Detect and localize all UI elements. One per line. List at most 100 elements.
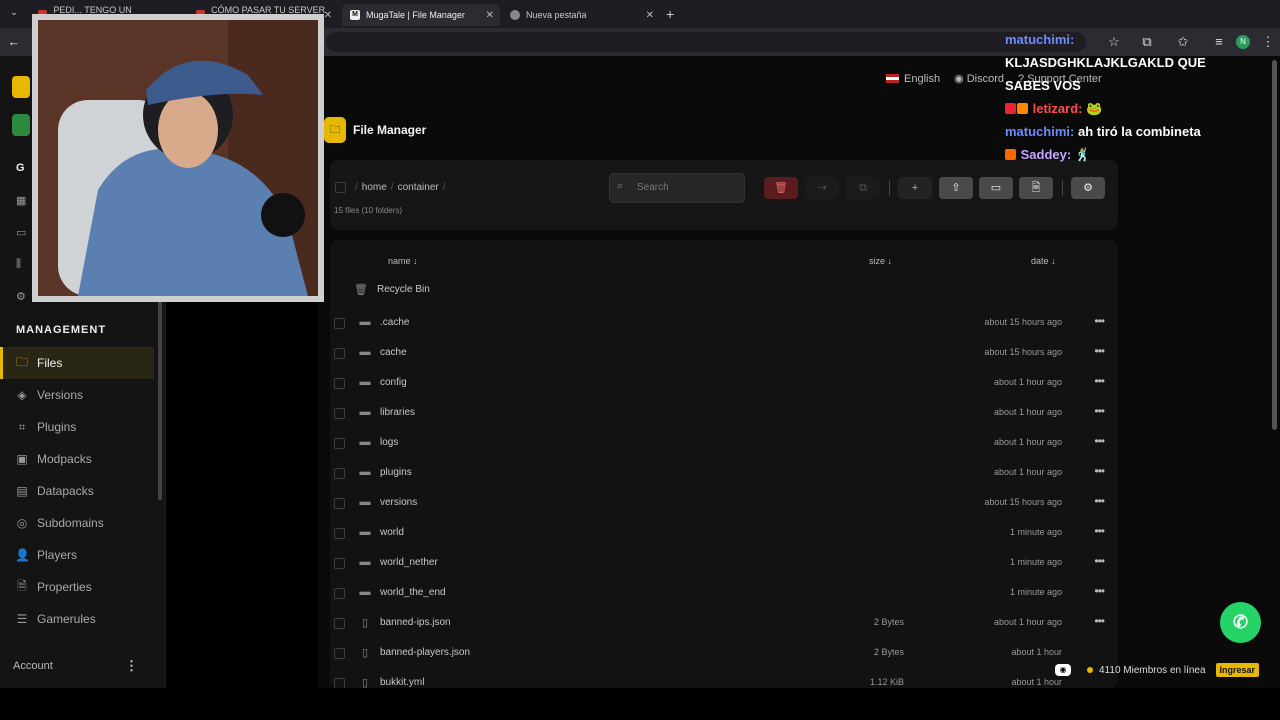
upload-folder-button[interactable]: ▭ xyxy=(979,177,1013,199)
row-menu-icon[interactable]: ••• xyxy=(1094,434,1105,448)
back-icon[interactable]: ← xyxy=(6,34,22,49)
media-icon[interactable]: ≡ xyxy=(1211,34,1227,49)
new-file-button[interactable]: 🗎 xyxy=(1019,177,1053,199)
star-icon[interactable]: ☆ xyxy=(1106,34,1122,50)
file-name[interactable]: world_nether xyxy=(380,557,438,568)
sidebar-item-properties[interactable]: 🗎 Properties xyxy=(0,571,154,603)
account-label[interactable]: Account xyxy=(13,660,53,672)
file-name[interactable]: logs xyxy=(380,437,398,448)
search-input[interactable]: Search xyxy=(609,173,745,203)
sliders-icon[interactable]: ⫼ xyxy=(16,258,21,271)
file-name[interactable]: cache xyxy=(380,347,407,358)
address-bar[interactable] xyxy=(326,32,1086,52)
file-name[interactable]: world_the_end xyxy=(380,587,446,598)
row-checkbox[interactable] xyxy=(334,348,345,359)
row-checkbox[interactable] xyxy=(334,468,345,479)
table-row[interactable]: ▬ world_the_end 1 minute ago ••• xyxy=(330,578,1118,608)
sidebar-badge-green[interactable] xyxy=(12,114,30,136)
recycle-bin-row[interactable]: 🗑 Recycle Bin xyxy=(330,275,1118,305)
row-menu-icon[interactable]: ••• xyxy=(1094,344,1105,358)
delete-button[interactable]: 🗑 xyxy=(764,177,798,199)
select-all-checkbox[interactable] xyxy=(335,182,346,193)
breadcrumb-container[interactable]: container xyxy=(398,182,439,193)
row-menu-icon[interactable]: ••• xyxy=(1094,614,1105,628)
grid-icon[interactable]: ▦ xyxy=(16,194,26,207)
row-checkbox[interactable] xyxy=(334,378,345,389)
table-row[interactable]: ▬ logs about 1 hour ago ••• xyxy=(330,428,1118,458)
sidebar-item-versions[interactable]: ◈ Versions xyxy=(0,379,154,411)
column-header-date[interactable]: date ↓ xyxy=(1031,256,1056,266)
file-name[interactable]: banned-players.json xyxy=(380,647,470,658)
sidebar-item-datapacks[interactable]: ▤ Datapacks xyxy=(0,475,154,507)
new-tab-button[interactable]: + xyxy=(666,6,674,22)
table-row[interactable]: ▬ plugins about 1 hour ago ••• xyxy=(330,458,1118,488)
row-menu-icon[interactable]: ••• xyxy=(1094,524,1105,538)
upload-button[interactable]: ⇧ xyxy=(939,177,973,199)
file-name[interactable]: versions xyxy=(380,497,417,508)
file-name[interactable]: plugins xyxy=(380,467,412,478)
row-menu-icon[interactable]: ••• xyxy=(1094,494,1105,508)
row-menu-icon[interactable]: ••• xyxy=(1094,554,1105,568)
table-row[interactable]: ▬ world 1 minute ago ••• xyxy=(330,518,1118,548)
row-menu-icon[interactable]: ••• xyxy=(1094,374,1105,388)
sidebar-item-plugins[interactable]: ⌗ Plugins xyxy=(0,411,154,443)
whatsapp-button[interactable]: ✆ xyxy=(1220,602,1261,643)
row-checkbox[interactable] xyxy=(334,408,345,419)
sidebar-item-gamerules[interactable]: ☰ Gamerules xyxy=(0,603,154,635)
column-header-size[interactable]: size ↓ xyxy=(869,256,892,266)
sidebar-item-players[interactable]: 👤 Players xyxy=(0,539,154,571)
table-row[interactable]: ▬ versions about 15 hours ago ••• xyxy=(330,488,1118,518)
row-checkbox[interactable] xyxy=(334,618,345,629)
sidebar-item-files[interactable]: 🗀 Files xyxy=(0,347,154,379)
table-row[interactable]: ▬ world_nether 1 minute ago ••• xyxy=(330,548,1118,578)
tab-4[interactable]: Nueva pestaña ✕ xyxy=(502,4,660,26)
discord-join-button[interactable]: Ingresar xyxy=(1215,663,1260,677)
close-icon[interactable]: ✕ xyxy=(646,10,654,21)
close-icon[interactable]: ✕ xyxy=(324,10,332,21)
terminal-icon[interactable]: ▭ xyxy=(16,226,26,239)
file-name[interactable]: libraries xyxy=(380,407,415,418)
copy-button[interactable]: ⧉ xyxy=(846,177,880,199)
language-selector[interactable]: English xyxy=(886,73,940,85)
settings-button[interactable]: ⚙ xyxy=(1071,177,1105,199)
file-name[interactable]: .cache xyxy=(380,317,409,328)
table-row[interactable]: ▬ config about 1 hour ago ••• xyxy=(330,368,1118,398)
sidebar-badge-yellow[interactable] xyxy=(12,76,30,98)
gear-icon[interactable]: ⚙ xyxy=(16,290,26,303)
discord-link[interactable]: ◉ Discord xyxy=(954,72,1004,85)
extensions-icon[interactable]: ⧉ xyxy=(1139,34,1155,50)
table-row[interactable]: ▯ banned-ips.json 2 Bytes about 1 hour ago •… xyxy=(330,608,1118,638)
file-name[interactable]: banned-ips.json xyxy=(380,617,451,628)
close-icon[interactable]: ✕ xyxy=(486,10,494,21)
sidebar-scrollbar[interactable] xyxy=(158,300,162,500)
table-row[interactable]: ▬ .cache about 15 hours ago ••• xyxy=(330,308,1118,338)
table-row[interactable]: ▬ cache about 15 hours ago ••• xyxy=(330,338,1118,368)
table-row[interactable]: ▬ libraries about 1 hour ago ••• xyxy=(330,398,1118,428)
row-checkbox[interactable] xyxy=(334,648,345,659)
row-checkbox[interactable] xyxy=(334,588,345,599)
row-checkbox[interactable] xyxy=(334,438,345,449)
table-row[interactable]: ▯ banned-players.json 2 Bytes about 1 hour xyxy=(330,638,1118,668)
file-name[interactable]: bukkit.yml xyxy=(380,677,424,688)
kebab-menu-icon[interactable]: ⋮ xyxy=(1260,34,1276,50)
file-name[interactable]: config xyxy=(380,377,407,388)
tab-3[interactable]: M MugaTale | File Manager ✕ xyxy=(342,4,500,26)
account-menu-button[interactable]: ⋮ xyxy=(125,658,138,674)
row-menu-icon[interactable]: ••• xyxy=(1094,584,1105,598)
move-button[interactable]: ⇢ xyxy=(805,177,839,199)
file-name[interactable]: world xyxy=(380,527,404,538)
profile-avatar[interactable]: N xyxy=(1236,35,1250,49)
row-menu-icon[interactable]: ••• xyxy=(1094,314,1105,328)
row-menu-icon[interactable]: ••• xyxy=(1094,464,1105,478)
new-folder-button[interactable]: + xyxy=(898,177,932,199)
row-checkbox[interactable] xyxy=(334,528,345,539)
sidebar-item-modpacks[interactable]: ▣ Modpacks xyxy=(0,443,154,475)
page-scrollbar[interactable] xyxy=(1272,60,1277,430)
breadcrumb-home[interactable]: home xyxy=(362,182,387,193)
row-checkbox[interactable] xyxy=(334,318,345,329)
row-checkbox[interactable] xyxy=(334,498,345,509)
column-header-name[interactable]: name ↓ xyxy=(388,256,418,266)
sidebar-item-subdomains[interactable]: ◎ Subdomains xyxy=(0,507,154,539)
bookmark-icon[interactable]: ✩ xyxy=(1175,34,1191,50)
row-menu-icon[interactable]: ••• xyxy=(1094,404,1105,418)
